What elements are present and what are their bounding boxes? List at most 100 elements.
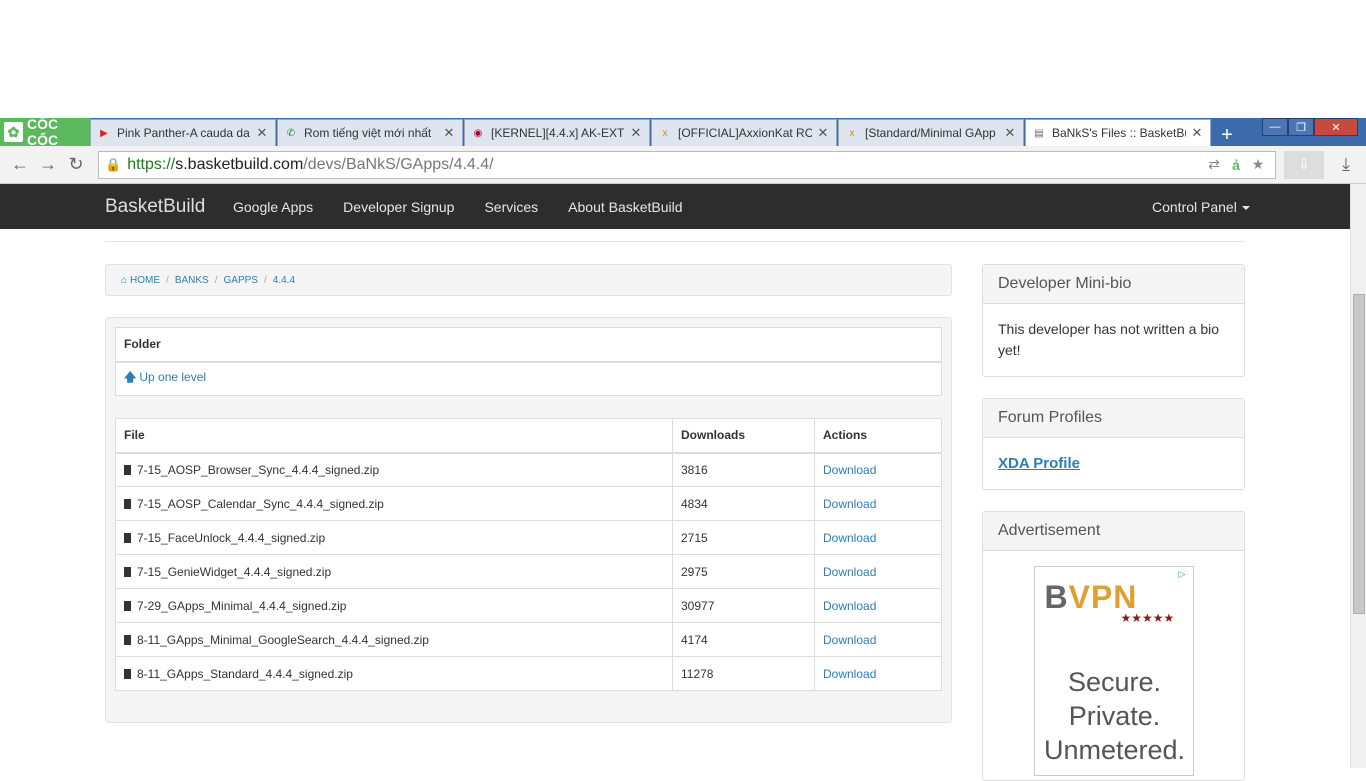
minimize-icon[interactable]: — <box>1262 118 1288 136</box>
page-scrollbar[interactable] <box>1350 184 1366 768</box>
tab-close-icon[interactable]: ✕ <box>1003 125 1017 141</box>
breadcrumb-gapps[interactable]: GAPPS <box>224 275 258 286</box>
browser-tab[interactable]: ▶ Pink Panther-A cauda da ✕ <box>90 119 276 146</box>
scrollbar-thumb[interactable] <box>1353 294 1365 614</box>
table-row: 7-15_FaceUnlock_4.4.4_signed.zip 2715 Down… <box>115 520 942 555</box>
tab-title: Pink Panther-A cauda da <box>117 126 250 140</box>
maximize-icon[interactable]: ❐ <box>1288 118 1314 136</box>
coccoc-menu-button[interactable]: ✿ CỐC CỐC <box>0 116 90 148</box>
download-count: 11278 <box>672 656 815 691</box>
browser-tabstrip: ✿ CỐC CỐC ▶ Pink Panther-A cauda da ✕ ✆ Rom … <box>0 116 1366 148</box>
desktop-blank-area <box>0 0 1366 118</box>
address-bar[interactable]: 🔒 https://s.basketbuild.com/devs/BaNkS/G… <box>98 150 1276 179</box>
lock-icon: 🔒 <box>105 156 122 172</box>
file-icon <box>124 498 131 509</box>
download-link[interactable]: Download <box>823 497 876 511</box>
tab-close-icon[interactable]: ✕ <box>442 125 456 141</box>
developer-bio-title: Developer Mini-bio <box>983 265 1244 304</box>
file-icon <box>124 566 131 577</box>
file-name: 7-29_GApps_Minimal_4.4.4_signed.zip <box>137 598 347 613</box>
tab-close-icon[interactable]: ✕ <box>1190 125 1204 141</box>
xda-icon: x <box>849 127 855 139</box>
download-link[interactable]: Download <box>823 633 876 647</box>
file-cell: 7-15_AOSP_Browser_Sync_4.4.4_signed.zip <box>115 452 673 487</box>
browser-tab[interactable]: ✆ Rom tiếng việt mới nhất ✕ <box>277 119 463 146</box>
file-icon <box>124 668 131 679</box>
reload-icon[interactable]: ↻ <box>62 151 90 179</box>
site-menu-item[interactable]: About BasketBuild <box>553 199 697 215</box>
tab-close-icon[interactable]: ✕ <box>255 125 269 141</box>
file-cell: 7-15_GenieWidget_4.4.4_signed.zip <box>115 554 673 589</box>
downloads-column-header: Downloads <box>672 418 815 454</box>
ad-banner[interactable]: ▷ BVPN ★★★★★ Secure. Private. Unmetered. <box>1033 566 1194 776</box>
ad-slogan: Secure. Private. Unmetered. <box>1035 665 1193 767</box>
download-link[interactable]: Download <box>823 599 876 613</box>
download-count: 2715 <box>672 520 815 555</box>
site-menu-item[interactable]: Google Apps <box>218 199 328 215</box>
tab-close-icon[interactable]: ✕ <box>816 125 830 141</box>
table-row: 8-11_GApps_Minimal_GoogleSearch_4.4.4_si… <box>115 622 942 657</box>
action-cell: Download <box>814 656 942 691</box>
breadcrumb-home[interactable]: HOME <box>130 275 160 286</box>
download-count: 3816 <box>672 452 815 487</box>
browser-toolbar: ← → ↻ 🔒 https://s.basketbuild.com/devs/B… <box>0 146 1366 184</box>
download-link[interactable]: Download <box>823 667 876 681</box>
caret-down-icon <box>1241 205 1250 210</box>
xda-profile-link[interactable]: XDA Profile <box>998 455 1080 472</box>
translate-icon[interactable]: ⇄ <box>1203 156 1225 173</box>
file-name: 7-15_FaceUnlock_4.4.4_signed.zip <box>137 530 326 545</box>
developer-bio-text: This developer has not written a bio yet… <box>998 321 1220 358</box>
forward-arrow-icon[interactable]: → <box>34 151 62 179</box>
browser-tab[interactable]: ▤ BaNkS's Files :: BasketBuil ✕ <box>1025 119 1211 146</box>
download-link[interactable]: Download <box>823 565 876 579</box>
youtube-icon: ▶ <box>100 127 108 139</box>
file-name: 7-15_AOSP_Browser_Sync_4.4.4_signed.zip <box>137 462 380 477</box>
files-table: File Downloads Actions 7-15_AOSP_Browser… <box>115 418 942 691</box>
file-icon <box>124 634 131 645</box>
breadcrumb-current[interactable]: 4.4.4 <box>273 275 295 286</box>
savior-download-icon[interactable]: ⇩ <box>1284 150 1324 179</box>
control-panel-dropdown[interactable]: Control Panel <box>1152 199 1250 215</box>
lg-icon: ◉ <box>473 127 483 139</box>
action-cell: Download <box>814 554 942 589</box>
file-name: 7-15_AOSP_Calendar_Sync_4.4.4_signed.zip <box>137 496 384 511</box>
tab-close-icon[interactable]: ✕ <box>629 125 643 141</box>
ad-line: Secure. <box>1067 667 1162 697</box>
page-icon: ▤ <box>1034 127 1044 139</box>
up-one-level-link[interactable]: 🡅 Up one level <box>124 370 206 384</box>
developer-bio-panel: Developer Mini-bio This developer has no… <box>982 264 1245 377</box>
table-row: 7-15_GenieWidget_4.4.4_signed.zip 2975 Dow… <box>115 554 942 589</box>
site-menu-item[interactable]: Developer Signup <box>328 199 469 215</box>
table-row: 7-15_AOSP_Calendar_Sync_4.4.4_signed.zip… <box>115 486 942 521</box>
window-close-icon[interactable]: ✕ <box>1314 118 1358 136</box>
home-icon[interactable]: ⌂ <box>121 275 127 286</box>
site-navbar: BasketBuild Google Apps Developer Signup S… <box>0 184 1350 229</box>
action-cell: Download <box>814 520 942 555</box>
url-scheme: https:// <box>127 155 176 173</box>
breadcrumb-banks[interactable]: BANKS <box>175 275 209 286</box>
back-arrow-icon[interactable]: ← <box>6 151 34 179</box>
site-menu-item[interactable]: Services <box>469 199 553 215</box>
browser-tab[interactable]: ◉ [KERNEL][4.4.x] AK-EXTEN ✕ <box>464 119 650 146</box>
advertisement-panel: Advertisement ▷ BVPN ★★★★★ Secure. Priva… <box>982 511 1245 781</box>
site-logo[interactable]: BasketBuild <box>105 196 205 218</box>
downloads-icon[interactable]: ⤓ <box>1332 151 1360 179</box>
browser-tab[interactable]: x [OFFICIAL]AxxionKat ROM ✕ <box>651 119 837 146</box>
file-cell: 8-11_GApps_Minimal_GoogleSearch_4.4.4_si… <box>115 622 673 657</box>
adchoices-icon[interactable]: ▷ <box>1179 569 1191 581</box>
browser-brand: CỐC CỐC <box>27 116 59 148</box>
download-link[interactable]: Download <box>823 531 876 545</box>
arrow-up-icon: 🡅 <box>124 370 137 385</box>
action-cell: Download <box>814 486 942 521</box>
folder-table: Folder 🡅 Up one level <box>115 327 942 396</box>
bookmark-star-icon[interactable]: ★ <box>1247 156 1269 173</box>
coccoc-dictionary-icon[interactable]: ả <box>1225 157 1247 173</box>
file-name: 7-15_GenieWidget_4.4.4_signed.zip <box>137 564 332 579</box>
download-count: 4834 <box>672 486 815 521</box>
download-link[interactable]: Download <box>823 463 876 477</box>
ad-line: Private. <box>1068 701 1161 731</box>
new-tab-button[interactable]: + <box>1212 124 1242 146</box>
browser-tab[interactable]: x [Standard/Minimal GApp ✕ <box>838 119 1024 146</box>
file-cell: 7-15_AOSP_Calendar_Sync_4.4.4_signed.zip <box>115 486 673 521</box>
table-row: 7-15_AOSP_Browser_Sync_4.4.4_signed.zip 3… <box>115 452 942 487</box>
